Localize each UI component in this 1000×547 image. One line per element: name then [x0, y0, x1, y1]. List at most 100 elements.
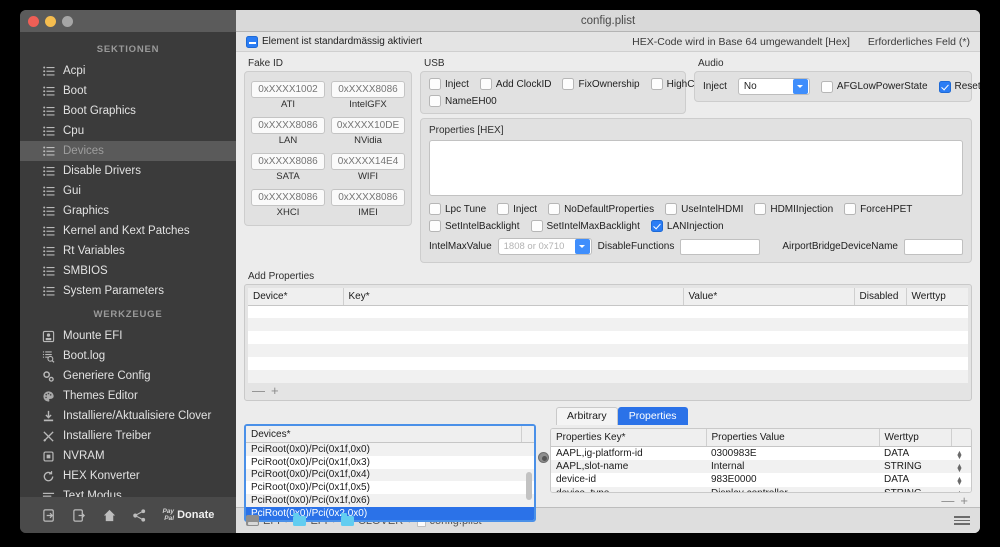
usb-checkbox-fixownership[interactable]: FixOwnership: [562, 78, 640, 90]
properties-type-cell[interactable]: DATA: [879, 473, 951, 487]
element-default-enabled-checkbox[interactable]: Element ist standardmässig aktiviert: [246, 35, 422, 48]
sidebar-tool-hex-konverter[interactable]: HEX Konverter: [20, 466, 236, 486]
properties-hex-checkbox-useintelhdmi[interactable]: UseIntelHDMI: [665, 203, 743, 215]
fake-id-input-xhci[interactable]: [251, 189, 325, 206]
properties-add-button[interactable]: +: [960, 494, 968, 507]
properties-hex-checkbox-setintelbacklight[interactable]: SetIntelBacklight: [429, 220, 520, 232]
add-properties-column-header[interactable]: Device*: [248, 288, 344, 306]
sidebar-item-acpi[interactable]: Acpi: [20, 61, 236, 81]
list-item[interactable]: PciRoot(0x0)/Pci(0x1f,0x5): [246, 481, 534, 495]
close-icon[interactable]: [28, 15, 39, 27]
table-row[interactable]: [248, 305, 968, 318]
export-icon[interactable]: [72, 508, 87, 523]
add-properties-column-header[interactable]: Value*: [683, 288, 855, 306]
add-properties-column-header[interactable]: Werttyp: [906, 288, 968, 306]
fake-id-input-sata[interactable]: [251, 153, 325, 170]
split-handle[interactable]: [536, 407, 550, 507]
sidebar-item-boot[interactable]: Boot: [20, 81, 236, 101]
properties-hex-checkbox-hdmiinjection[interactable]: HDMIInjection: [754, 203, 833, 215]
properties-key-cell[interactable]: AAPL,ig-platform-id: [551, 446, 706, 460]
table-row[interactable]: AAPL,ig-platform-id 0300983E DATA ▲ ▼: [551, 446, 971, 461]
fake-id-input-lan[interactable]: [251, 117, 325, 134]
share-icon[interactable]: [132, 508, 147, 523]
sidebar-item-rt-variables[interactable]: Rt Variables: [20, 241, 236, 261]
sidebar-item-smbios[interactable]: SMBIOS: [20, 261, 236, 281]
list-item[interactable]: PciRoot(0x0)/Pci(0x1f,0x0): [246, 443, 534, 456]
type-stepper-cell[interactable]: ▲▼: [951, 459, 971, 474]
audio-checkbox-resethda[interactable]: ResetHDA: [938, 80, 980, 93]
properties-value-cell[interactable]: Internal: [706, 459, 879, 473]
table-row[interactable]: device-id 983E0000 DATA ▲ ▼: [551, 473, 971, 487]
sidebar-item-kernel-and-kext-patches[interactable]: Kernel and Kext Patches: [20, 221, 236, 241]
import-icon[interactable]: [42, 508, 57, 523]
fake-id-input-ati[interactable]: [251, 81, 325, 98]
list-item[interactable]: PciRoot(0x0)/Pci(0x1f,0x3): [246, 455, 534, 469]
properties-column-header[interactable]: Properties Key*: [551, 429, 707, 447]
table-row[interactable]: [248, 370, 968, 383]
sidebar-tool-mounte-efi[interactable]: Mounte EFI: [20, 326, 236, 346]
audio-checkbox-afglowpowerstate[interactable]: AFGLowPowerState: [820, 80, 928, 93]
donate-button[interactable]: Pay Pal Donate: [162, 508, 214, 522]
table-row[interactable]: [248, 331, 968, 344]
table-row[interactable]: [248, 344, 968, 357]
properties-hex-checkbox-lpc-tune[interactable]: Lpc Tune: [429, 203, 486, 215]
airport-bridge-input[interactable]: [903, 238, 963, 255]
type-stepper[interactable]: ▲▼: [956, 463, 963, 474]
fake-id-input-imei[interactable]: [331, 189, 405, 206]
table-row[interactable]: [248, 318, 968, 331]
properties-key-cell[interactable]: AAPL,slot-name: [551, 459, 706, 473]
sidebar-item-devices[interactable]: Devices: [20, 141, 236, 161]
sidebar-tool-installiere-aktualisiere-clover[interactable]: Installiere/Aktualisiere Clover: [20, 406, 236, 426]
add-properties-add-button[interactable]: +: [271, 384, 279, 397]
fake-id-input-wifi[interactable]: [331, 153, 405, 170]
properties-type-cell[interactable]: STRING: [879, 459, 951, 473]
fake-id-input-nvidia[interactable]: [331, 117, 405, 134]
disable-functions-input[interactable]: [680, 238, 761, 255]
properties-hex-checkbox-inject[interactable]: Inject: [497, 203, 537, 215]
tab-arbitrary[interactable]: Arbitrary: [556, 407, 618, 425]
type-stepper[interactable]: ▲▼: [956, 476, 963, 487]
devices-listbox[interactable]: Devices* PciRoot(0x0)/Pci(0x1f,0x0) PciRo…: [244, 424, 536, 522]
maximize-icon[interactable]: [62, 15, 73, 27]
add-properties-column-header[interactable]: Key*: [343, 288, 684, 306]
properties-column-header[interactable]: Werttyp: [879, 429, 952, 447]
sidebar-tool-installiere-treiber[interactable]: Installiere Treiber: [20, 426, 236, 446]
list-item[interactable]: PciRoot(0x0)/Pci(0x2,0x0): [246, 506, 534, 520]
list-item[interactable]: PciRoot(0x0)/Pci(0x1f,0x6): [246, 494, 534, 507]
sidebar-item-system-parameters[interactable]: System Parameters: [20, 281, 236, 301]
usb-checkbox-nameeh00[interactable]: NameEH00: [429, 95, 497, 107]
properties-hex-checkbox-forcehpet[interactable]: ForceHPET: [844, 203, 912, 215]
tab-properties[interactable]: Properties: [617, 407, 688, 425]
properties-column-header[interactable]: Properties Value: [706, 429, 880, 447]
properties-key-cell[interactable]: device-id: [551, 473, 706, 487]
type-stepper[interactable]: ▲▼: [956, 450, 963, 461]
home-icon[interactable]: [102, 508, 117, 523]
usb-checkbox-add-clockid[interactable]: Add ClockID: [479, 78, 551, 90]
usb-checkbox-inject[interactable]: Inject: [429, 78, 469, 90]
sidebar-item-boot-graphics[interactable]: Boot Graphics: [20, 101, 236, 121]
properties-remove-button[interactable]: —: [941, 494, 954, 507]
properties-hex-checkbox-laninjection[interactable]: LANInjection: [650, 220, 724, 232]
type-stepper-cell[interactable]: ▲▼: [951, 446, 971, 461]
properties-hex-checkbox-nodefaultproperties[interactable]: NoDefaultProperties: [548, 203, 654, 215]
properties-hex-checkbox-setintelmaxbacklight[interactable]: SetIntelMaxBacklight: [530, 220, 640, 232]
properties-value-cell[interactable]: 983E0000: [706, 473, 879, 487]
properties-value-cell[interactable]: 0300983E: [706, 446, 879, 460]
sidebar-tool-generiere-config[interactable]: Generiere Config: [20, 366, 236, 386]
minimize-icon[interactable]: [45, 15, 56, 27]
properties-type-cell[interactable]: DATA: [879, 446, 951, 460]
fake-id-input-intelgfx[interactable]: [331, 81, 405, 98]
list-item[interactable]: PciRoot(0x0)/Pci(0x1f,0x4): [246, 468, 534, 482]
sidebar-tool-themes-editor[interactable]: Themes Editor: [20, 386, 236, 406]
add-properties-column-header[interactable]: Disabled: [854, 288, 907, 306]
audio-inject-select[interactable]: No: [737, 78, 810, 95]
sidebar-tool-boot-log[interactable]: Boot.log: [20, 346, 236, 366]
devices-scrollbar[interactable]: [526, 472, 532, 500]
sidebar-item-graphics[interactable]: Graphics: [20, 201, 236, 221]
table-row[interactable]: AAPL,slot-name Internal STRING ▲ ▼: [551, 459, 971, 474]
properties-hex-textarea[interactable]: [429, 140, 963, 196]
list-view-icon[interactable]: [954, 514, 970, 527]
add-properties-remove-button[interactable]: —: [252, 384, 265, 397]
intel-max-value-select[interactable]: 1808 or 0x710: [497, 238, 592, 255]
sidebar-tool-text-modus[interactable]: Text Modus: [20, 486, 236, 497]
